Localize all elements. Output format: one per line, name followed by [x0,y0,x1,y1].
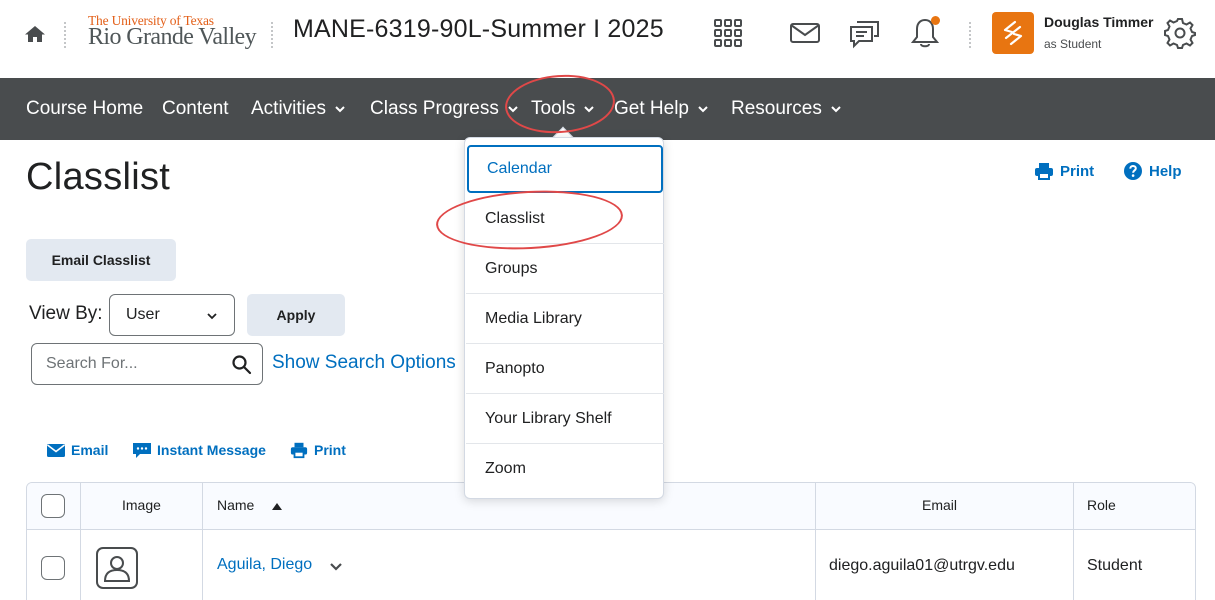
search-icon[interactable] [231,354,252,375]
chevron-down-icon [831,106,841,113]
top-header: The University of Texas Rio Grande Valle… [0,0,1215,78]
logo-line2: Rio Grande Valley [88,24,257,50]
chevron-down-icon[interactable] [329,562,343,572]
help-label: Help [1149,162,1182,180]
apply-button[interactable]: Apply [247,294,345,336]
home-icon[interactable] [22,22,48,46]
nav-activities[interactable]: Activities [251,97,346,121]
email-action-label: Email [71,442,109,458]
menu-item-media-library[interactable]: Media Library [466,294,664,344]
view-by-label: View By: [29,303,103,324]
menu-item-calendar[interactable]: Calendar [467,145,663,193]
instant-message-label: Instant Message [157,442,266,458]
nav-get-help[interactable]: Get Help [614,97,709,121]
menu-item-panopto[interactable]: Panopto [466,344,664,394]
chevron-down-icon [584,106,595,113]
bell-icon[interactable] [908,16,942,50]
nav-content[interactable]: Content [162,97,229,121]
view-by-select[interactable]: User [109,294,235,336]
university-logo[interactable]: The University of Texas Rio Grande Valle… [88,13,258,57]
nav-activities-label: Activities [251,98,326,119]
row-checkbox[interactable] [41,556,65,580]
message-icon [133,443,151,458]
mail-icon [47,444,65,457]
gear-icon[interactable] [1163,16,1197,50]
menu-item-zoom[interactable]: Zoom [466,444,664,494]
student-role: Student [1087,557,1143,574]
chevron-down-icon [207,313,217,320]
column-header-name[interactable]: Name [217,497,283,513]
search-placeholder: Search For... [46,355,138,372]
instant-message-button[interactable]: Instant Message [132,440,266,460]
column-divider [1073,483,1074,600]
nav-class-progress-label: Class Progress [370,98,499,119]
column-header-email: Email [922,497,958,513]
menu-item-groups[interactable]: Groups [466,244,664,294]
tools-dropdown-menu: Calendar Classlist Groups Media Library … [464,137,664,499]
print-page-button[interactable]: Print [1034,161,1094,181]
nav-resources-label: Resources [731,98,822,119]
user-name[interactable]: Douglas Timmer [1044,14,1153,30]
chat-icon[interactable] [848,16,882,50]
course-title[interactable]: MANE-6319-90L-Summer I 2025 [293,15,664,44]
page-title: Classlist [26,156,171,198]
email-action-button[interactable]: Email [46,440,108,460]
nav-get-help-label: Get Help [614,98,689,119]
select-all-checkbox[interactable] [41,494,65,518]
chevron-down-icon [335,106,345,113]
view-by-value: User [126,306,160,323]
course-navbar: Course Home Content Activities Class Pro… [0,78,1215,140]
nav-class-progress[interactable]: Class Progress [370,97,519,121]
notification-badge [931,16,940,25]
column-divider [80,483,81,600]
sort-ascending-icon [272,503,283,510]
header-divider [969,22,971,48]
search-input[interactable]: Search For... [31,343,263,385]
column-header-role: Role [1087,497,1116,513]
printer-icon [1035,163,1053,180]
column-header-name-label: Name [217,497,255,513]
grid-icon[interactable] [711,16,745,50]
nav-tools-label: Tools [531,98,576,119]
print-list-label: Print [314,442,346,458]
mail-icon[interactable] [788,16,822,50]
print-list-button[interactable]: Print [289,440,346,460]
profile-placeholder-icon [96,547,138,589]
print-page-label: Print [1060,162,1095,180]
nav-course-home[interactable]: Course Home [26,97,143,121]
chevron-down-icon [698,106,708,113]
header-divider [64,22,66,48]
menu-item-classlist[interactable]: Classlist [466,194,664,244]
column-divider [815,483,816,600]
email-classlist-button[interactable]: Email Classlist [26,239,176,281]
nav-tools[interactable]: Tools [531,97,595,121]
menu-item-your-library-shelf[interactable]: Your Library Shelf [466,394,664,444]
user-role: as Student [1044,37,1102,51]
column-divider [202,483,203,600]
student-name-link[interactable]: Aguila, Diego [217,556,312,574]
header-divider [271,22,273,48]
column-header-image: Image [122,497,161,513]
show-search-options-link[interactable]: Show Search Options [272,352,456,374]
help-icon [1124,162,1142,180]
user-avatar-icon[interactable] [992,12,1034,54]
help-button[interactable]: Help [1123,161,1182,181]
chevron-down-icon [508,106,518,113]
classlist-table: Image Name Email Role Aguila, Diego dieg… [26,482,1196,600]
nav-resources[interactable]: Resources [731,97,842,121]
printer-icon [290,442,308,459]
student-email: diego.aguila01@utrgv.edu [829,557,1015,574]
